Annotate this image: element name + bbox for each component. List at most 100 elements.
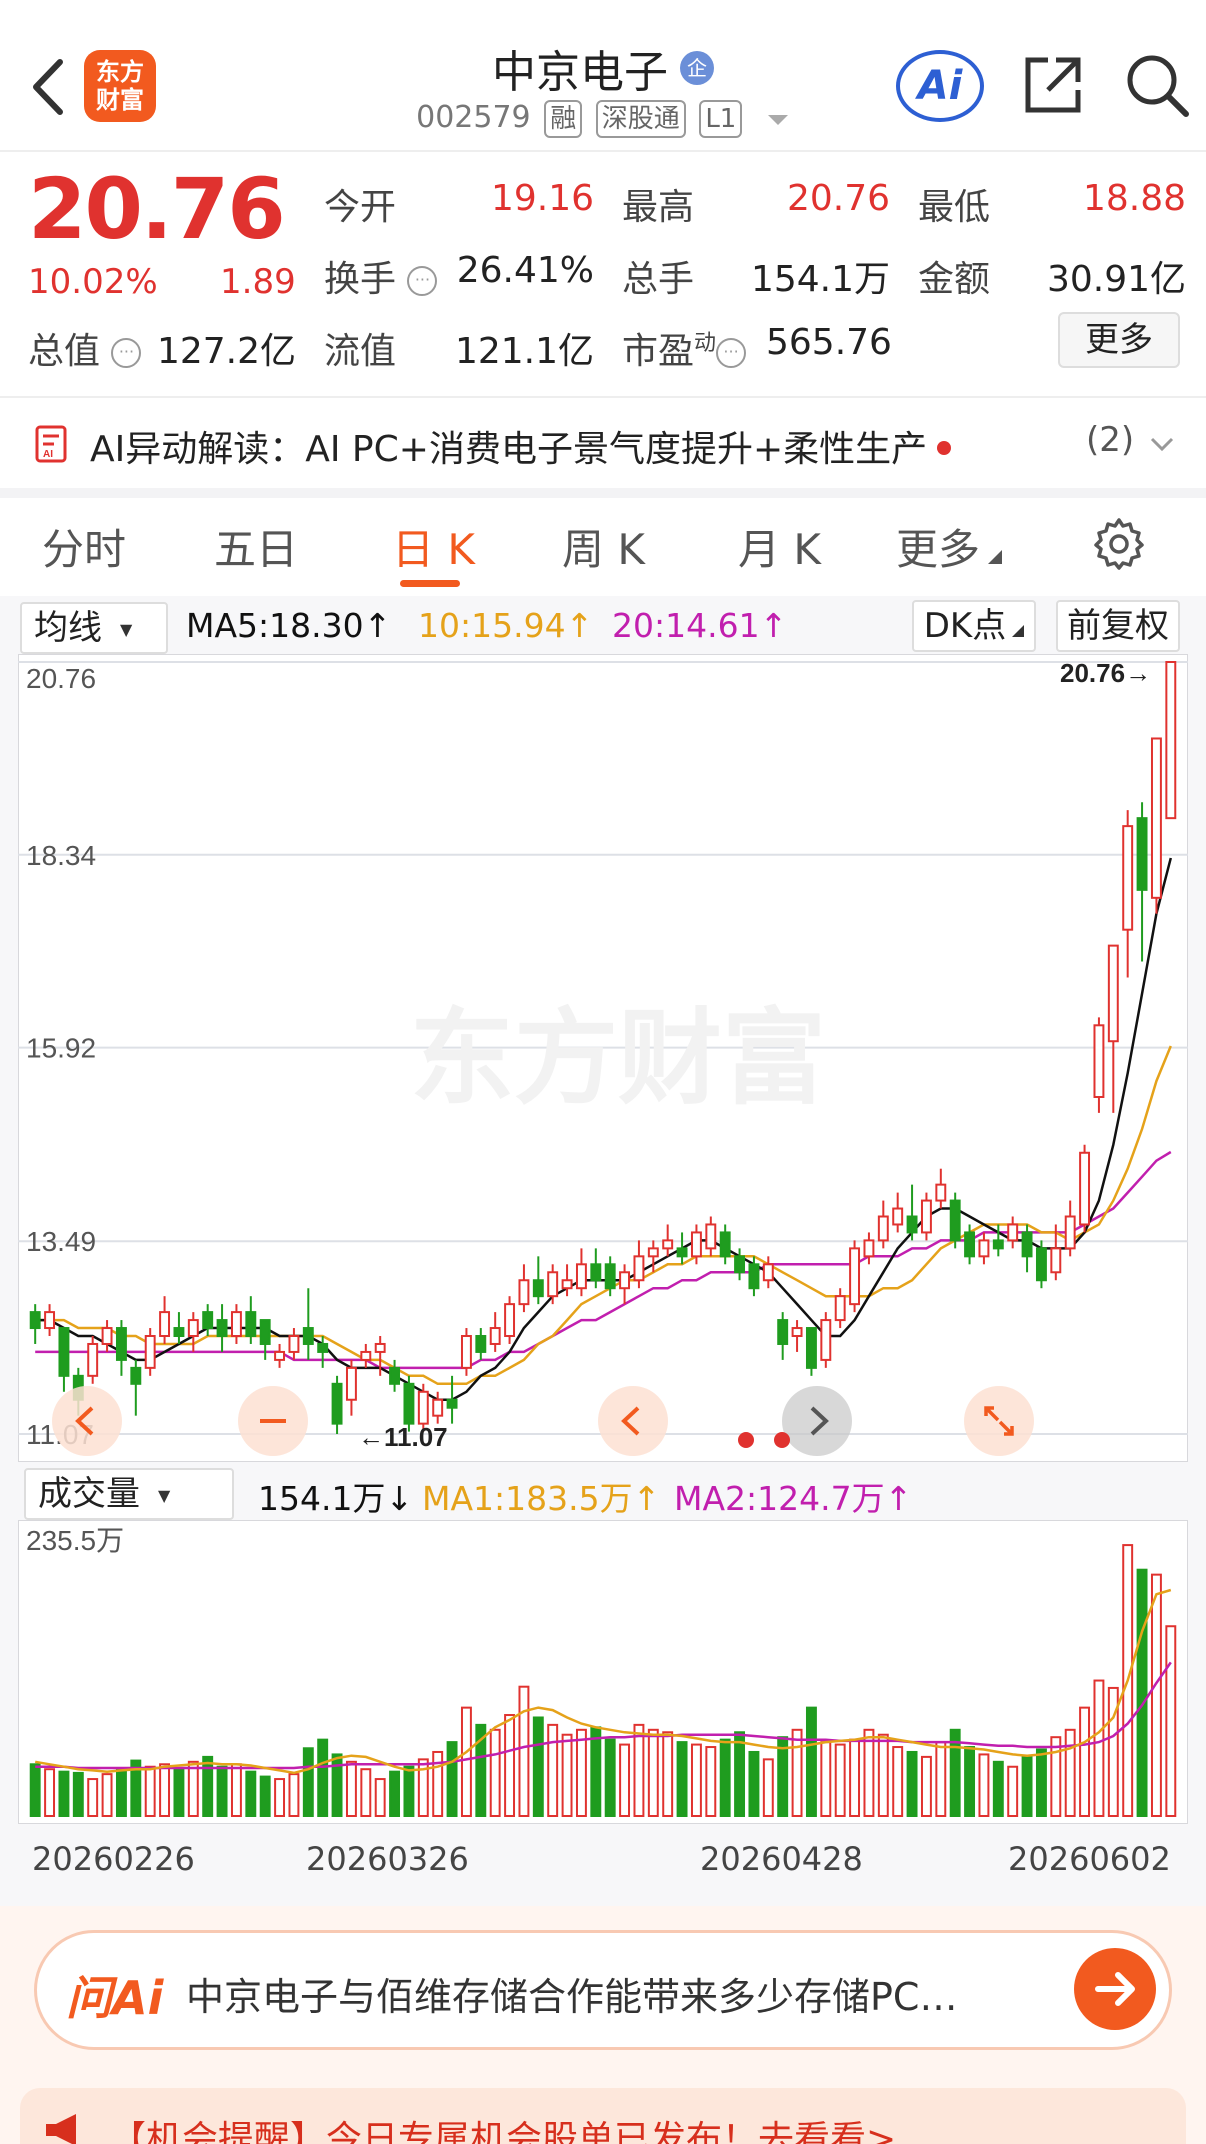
pe-superscript: 动 bbox=[694, 331, 717, 356]
chevron-down-icon bbox=[1150, 437, 1174, 452]
volume-bar bbox=[360, 1768, 372, 1818]
volume-bar bbox=[389, 1770, 401, 1818]
volume-bar bbox=[518, 1685, 530, 1817]
total-value-label: 总值 ··· bbox=[28, 322, 142, 374]
tab-weekly-k[interactable]: 周 K bbox=[562, 516, 645, 577]
search-button[interactable] bbox=[1124, 52, 1190, 122]
volume-bar bbox=[144, 1765, 156, 1818]
amount-label: 金额 bbox=[918, 259, 991, 300]
volume-indicator-select[interactable]: 成交量 ▼ bbox=[24, 1468, 234, 1520]
page-indicator-dot bbox=[774, 1432, 790, 1448]
change-percent: 10.02% bbox=[28, 262, 158, 302]
volume-bar bbox=[345, 1760, 357, 1818]
volume-chart[interactable]: 235.5万 bbox=[18, 1520, 1188, 1824]
chevron-right-icon bbox=[810, 1406, 829, 1436]
ask-ai-go-button[interactable] bbox=[1074, 1948, 1156, 2030]
candle bbox=[849, 1240, 861, 1313]
more-button[interactable]: 更多 bbox=[1058, 312, 1180, 368]
scroll-left-button[interactable] bbox=[598, 1386, 668, 1456]
megaphone-icon bbox=[42, 2110, 90, 2144]
fullscreen-button[interactable] bbox=[964, 1386, 1034, 1456]
volume-bar bbox=[863, 1728, 875, 1818]
promo-text: 【机会提醒】今日专属机会股单已发布！去看看> bbox=[110, 2119, 897, 2144]
tab-more[interactable]: 更多 bbox=[896, 516, 1003, 577]
change-amount: 1.89 bbox=[220, 262, 296, 302]
tab-daily-k[interactable]: 日 K bbox=[392, 516, 475, 577]
volume-bar bbox=[173, 1768, 185, 1818]
volume-bar bbox=[288, 1773, 300, 1818]
total-value: 127.2亿 bbox=[156, 331, 296, 372]
volume-bar bbox=[575, 1728, 587, 1818]
volume-bar bbox=[647, 1728, 659, 1818]
dk-point-button[interactable]: DK点 bbox=[912, 600, 1036, 652]
unread-dot bbox=[937, 441, 952, 455]
ai-insight-bar[interactable]: AI AI异动解读：AI PC+消费电子景气度提升+柔性生产 (2) bbox=[0, 398, 1206, 490]
volume-bar bbox=[44, 1768, 56, 1818]
tab-five-day[interactable]: 五日 bbox=[214, 516, 298, 577]
ask-ai-question[interactable]: 中京电子与佰维存储合作能带来多少存储PC… bbox=[186, 1966, 957, 2021]
volume-bar bbox=[446, 1741, 458, 1818]
volume-bar bbox=[604, 1738, 616, 1818]
price-axis-label: 18.34 bbox=[26, 840, 96, 871]
info-icon[interactable]: ··· bbox=[111, 338, 142, 368]
volume-bar bbox=[920, 1755, 932, 1818]
volume-max-label: 235.5万 bbox=[26, 1525, 124, 1556]
tag-level: L1 bbox=[699, 100, 743, 138]
volume-bar bbox=[762, 1758, 774, 1818]
tab-intraday[interactable]: 分时 bbox=[42, 516, 126, 577]
volume-ma2: MA2:124.7万↑ bbox=[674, 1479, 913, 1518]
zoom-out-button[interactable] bbox=[238, 1386, 308, 1456]
share-button[interactable] bbox=[1020, 52, 1086, 122]
volume-bar bbox=[791, 1728, 803, 1818]
chevron-left-icon bbox=[621, 1406, 640, 1436]
ai-button[interactable]: Ai bbox=[896, 50, 984, 122]
expand-icon bbox=[984, 1406, 1014, 1436]
info-icon[interactable]: ··· bbox=[407, 266, 438, 296]
ma5-value: MA5:18.30↑ bbox=[186, 606, 392, 645]
volume-bar bbox=[259, 1775, 271, 1818]
caret-down-icon[interactable] bbox=[766, 113, 790, 127]
adjust-button[interactable]: 前复权 bbox=[1056, 600, 1180, 652]
volume-bar bbox=[374, 1778, 386, 1817]
volume-bar bbox=[274, 1778, 286, 1817]
volume-bar bbox=[820, 1741, 832, 1818]
open-value: 19.16 bbox=[490, 178, 594, 219]
corner-triangle-icon bbox=[1012, 625, 1025, 637]
volume-bar bbox=[331, 1753, 343, 1818]
volume-bar bbox=[1064, 1728, 1076, 1818]
candle bbox=[504, 1296, 516, 1344]
candlestick-chart[interactable]: 东方财富 20.7618.3415.9213.4911.07 20.76→ ←1… bbox=[18, 654, 1188, 1462]
tab-monthly-k[interactable]: 月 K bbox=[738, 516, 821, 577]
price-axis-label: 20.76 bbox=[26, 663, 96, 694]
chart-settings-button[interactable] bbox=[1092, 516, 1146, 574]
active-tab-indicator bbox=[400, 580, 460, 587]
volume-bar bbox=[245, 1770, 257, 1818]
high-label: 最高 bbox=[622, 187, 695, 228]
scroll-left-end-button[interactable] bbox=[52, 1386, 122, 1456]
volume-bar bbox=[719, 1738, 731, 1818]
volume-bar bbox=[1165, 1625, 1177, 1817]
ask-ai-logo: 问Ai bbox=[66, 1971, 164, 2025]
open-label: 今开 bbox=[324, 187, 397, 228]
indicator-select[interactable]: 均线 ▼ bbox=[20, 602, 168, 654]
float-value-label: 流值 bbox=[324, 331, 397, 372]
volume-bar bbox=[619, 1743, 631, 1818]
arrow-right-icon bbox=[1095, 1972, 1135, 2006]
current-price: 20.76 bbox=[28, 160, 286, 258]
candle bbox=[805, 1327, 817, 1376]
low-label: 最低 bbox=[918, 187, 991, 228]
volume-bar bbox=[590, 1726, 602, 1818]
date-label: 20260428 bbox=[700, 1840, 863, 1878]
candle bbox=[1150, 737, 1162, 914]
ma20-value: 20:14.61↑ bbox=[612, 606, 788, 645]
volume-bar bbox=[547, 1723, 559, 1818]
scroll-right-button[interactable] bbox=[782, 1386, 852, 1456]
volume-bar bbox=[115, 1768, 127, 1818]
volume-bar bbox=[1007, 1765, 1019, 1818]
volume-bar bbox=[159, 1763, 171, 1818]
watermark: 东方财富 bbox=[410, 1001, 826, 1117]
price-axis-label: 13.49 bbox=[26, 1226, 96, 1257]
volume-bar bbox=[460, 1706, 472, 1818]
info-icon[interactable]: ··· bbox=[716, 338, 747, 368]
candle bbox=[1165, 661, 1177, 820]
